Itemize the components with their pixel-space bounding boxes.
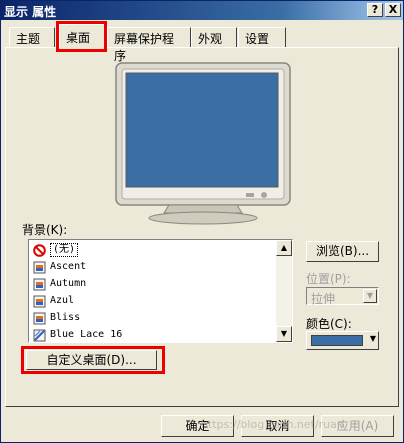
background-list-scrollbar[interactable]: ▲ ▼ (276, 240, 292, 342)
bmp-file-icon (33, 329, 46, 342)
display-properties-window: 显示 属性 ? X 主题 桌面 屏幕保护程序 外观 设置 背景(K): (无) (0, 0, 404, 443)
background-label: 背景(K): (22, 223, 68, 237)
list-item[interactable]: Blue Lace 16 (33, 327, 273, 342)
color-swatch (311, 335, 363, 346)
color-picker-button[interactable]: ▼ (306, 331, 379, 350)
list-item[interactable]: Bliss (33, 310, 273, 326)
browse-button[interactable]: 浏览(B)... (306, 241, 379, 262)
monitor-preview (114, 61, 294, 229)
close-button[interactable]: X (385, 3, 401, 17)
tab-screensaver[interactable]: 屏幕保护程序 (107, 27, 191, 63)
image-file-icon (33, 278, 46, 291)
color-label: 颜色(C): (306, 317, 352, 331)
customize-desktop-button[interactable]: 自定义桌面(D)... (26, 350, 157, 370)
list-item[interactable]: Ascent (33, 259, 273, 275)
background-list[interactable]: (无) Ascent Autumn Azul Bliss Blue Lace 1… (28, 239, 293, 343)
list-item[interactable]: Autumn (33, 276, 273, 292)
image-file-icon (33, 261, 46, 274)
tab-settings[interactable]: 设置 (238, 27, 286, 47)
chevron-down-icon: ▼ (369, 334, 376, 343)
title-bar: 显示 属性 ? X (1, 1, 403, 20)
list-item[interactable]: Azul (33, 293, 273, 309)
chevron-down-icon[interactable]: ▼ (363, 289, 377, 303)
tab-theme[interactable]: 主题 (9, 27, 55, 47)
help-button[interactable]: ? (367, 3, 383, 17)
scroll-down-icon[interactable]: ▼ (276, 326, 292, 342)
image-file-icon (33, 295, 46, 308)
window-title: 显示 属性 (4, 5, 57, 19)
list-item[interactable]: (无) (33, 242, 273, 258)
tab-desktop[interactable]: 桌面 (59, 24, 105, 48)
none-icon (33, 243, 46, 257)
scroll-up-icon[interactable]: ▲ (276, 240, 292, 256)
watermark: https://blog.csdn.net/ruan (201, 418, 344, 431)
position-select[interactable]: 拉伸 ▼ (306, 287, 379, 306)
position-label: 位置(P): (306, 272, 351, 286)
tab-appearance[interactable]: 外观 (191, 27, 237, 47)
image-file-icon (33, 312, 46, 325)
